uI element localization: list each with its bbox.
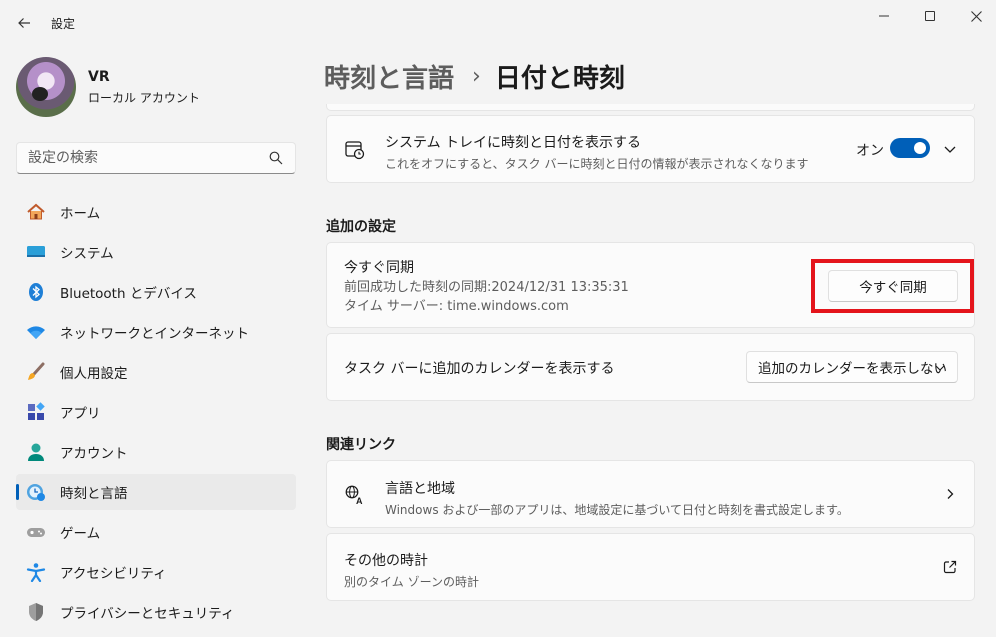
search-input[interactable] <box>17 143 257 173</box>
svg-text:A: A <box>356 496 363 505</box>
systray-setting-card: システム トレイに時刻と日付を表示する これをオフにすると、タスク バーに時刻と… <box>326 115 975 183</box>
sidebar-item-system[interactable]: システム <box>16 234 296 270</box>
other-clocks-description: 別のタイム ゾーンの時計 <box>344 575 479 589</box>
accessibility-icon <box>26 562 46 582</box>
maximize-icon <box>925 11 935 21</box>
time-server-text: タイム サーバー: time.windows.com <box>344 299 569 314</box>
maximize-button[interactable] <box>907 0 953 32</box>
sidebar-item-time-language[interactable]: 時刻と言語 <box>16 474 296 510</box>
language-region-icon: A <box>345 485 363 505</box>
systray-toggle[interactable] <box>890 138 930 158</box>
sidebar-item-personalization[interactable]: 個人用設定 <box>16 354 296 390</box>
app-title: 設定 <box>51 17 76 31</box>
avatar <box>16 57 76 117</box>
sidebar-item-home[interactable]: ホーム <box>16 194 296 230</box>
minimize-button[interactable] <box>861 0 907 32</box>
last-sync-text: 前回成功した時刻の同期:2024/12/31 13:35:31 <box>344 280 629 295</box>
region-link-card[interactable]: A 言語と地域 Windows および一部のアプリは、地域設定に基づいて日付と時… <box>326 460 975 528</box>
sidebar-item-accounts[interactable]: アカウント <box>16 434 296 470</box>
sidebar-item-label: アカウント <box>60 446 128 462</box>
home-icon <box>26 202 46 222</box>
sidebar-item-label: アプリ <box>60 406 101 422</box>
sidebar-item-network[interactable]: ネットワークとインターネット <box>16 314 296 350</box>
sidebar-nav: ホーム システム Bluetooth とデバイス ネットワークとインターネット … <box>16 194 296 634</box>
highlight-box <box>811 259 974 313</box>
gaming-icon <box>26 522 46 542</box>
sidebar-item-apps[interactable]: アプリ <box>16 394 296 430</box>
apps-icon <box>26 402 46 422</box>
other-clocks-title: その他の時計 <box>344 553 428 569</box>
chevron-down-icon <box>935 365 945 371</box>
close-icon <box>970 10 982 22</box>
calendar-selected-value: 追加のカレンダーを表示しない <box>758 361 947 377</box>
sidebar-item-label: システム <box>60 246 114 262</box>
chevron-down-icon[interactable] <box>943 142 957 156</box>
time-language-icon <box>26 482 46 502</box>
minimize-icon <box>879 15 889 17</box>
user-profile[interactable]: VR ローカル アカウント <box>16 56 200 118</box>
breadcrumb-parent[interactable]: 時刻と言語 <box>324 58 454 95</box>
sidebar-item-label: ホーム <box>60 206 101 222</box>
shield-icon <box>26 602 46 622</box>
breadcrumb-separator: › <box>472 63 481 89</box>
calendar-title: タスク バーに追加のカレンダーを表示する <box>344 361 615 377</box>
sidebar-item-label: ネットワークとインターネット <box>60 326 249 342</box>
external-link-icon <box>943 560 957 574</box>
back-button[interactable] <box>10 9 38 37</box>
section-title-additional: 追加の設定 <box>326 219 396 235</box>
sidebar-item-label: アクセシビリティ <box>60 566 167 582</box>
sync-title: 今すぐ同期 <box>344 260 414 276</box>
profile-name: VR <box>88 68 110 85</box>
page-title: 日付と時刻 <box>494 63 625 94</box>
sidebar-item-gaming[interactable]: ゲーム <box>16 514 296 550</box>
breadcrumb: 時刻と言語 › 日付と時刻 <box>324 56 625 96</box>
account-icon <box>26 442 46 462</box>
toggle-state-label: オン <box>856 143 884 159</box>
system-icon <box>26 242 46 262</box>
region-title: 言語と地域 <box>385 481 455 497</box>
sidebar-item-bluetooth[interactable]: Bluetooth とデバイス <box>16 274 296 310</box>
brush-icon <box>26 362 46 382</box>
sidebar-item-label: プライバシーとセキュリティ <box>60 606 235 622</box>
sidebar-item-accessibility[interactable]: アクセシビリティ <box>16 554 296 590</box>
calendar-clock-icon <box>345 141 365 160</box>
sidebar-item-label: ゲーム <box>60 526 101 542</box>
sidebar-item-label: Bluetooth とデバイス <box>60 286 197 302</box>
search-icon[interactable] <box>269 151 283 165</box>
close-button[interactable] <box>953 0 996 32</box>
sidebar-item-privacy[interactable]: プライバシーとセキュリティ <box>16 594 296 630</box>
calendar-dropdown[interactable]: 追加のカレンダーを表示しない <box>746 351 958 383</box>
region-description: Windows および一部のアプリは、地域設定に基づいて日付と時刻を書式設定しま… <box>385 503 849 517</box>
arrow-left-icon <box>18 18 30 28</box>
previous-card-edge <box>326 104 975 111</box>
wifi-icon <box>26 322 46 342</box>
title-bar: 設定 <box>0 0 996 46</box>
bluetooth-icon <box>26 282 46 302</box>
sidebar-item-label: 個人用設定 <box>60 366 128 382</box>
systray-description: これをオフにすると、タスク バーに時刻と日付の情報が表示されなくなります <box>385 157 809 171</box>
chevron-right-icon <box>947 489 954 499</box>
other-clocks-card[interactable]: その他の時計 別のタイム ゾーンの時計 <box>326 533 975 601</box>
profile-account-type: ローカル アカウント <box>88 90 200 105</box>
section-title-related: 関連リンク <box>326 437 396 453</box>
settings-search-box <box>16 142 296 174</box>
sidebar-item-label: 時刻と言語 <box>60 486 128 502</box>
systray-title: システム トレイに時刻と日付を表示する <box>385 135 642 151</box>
